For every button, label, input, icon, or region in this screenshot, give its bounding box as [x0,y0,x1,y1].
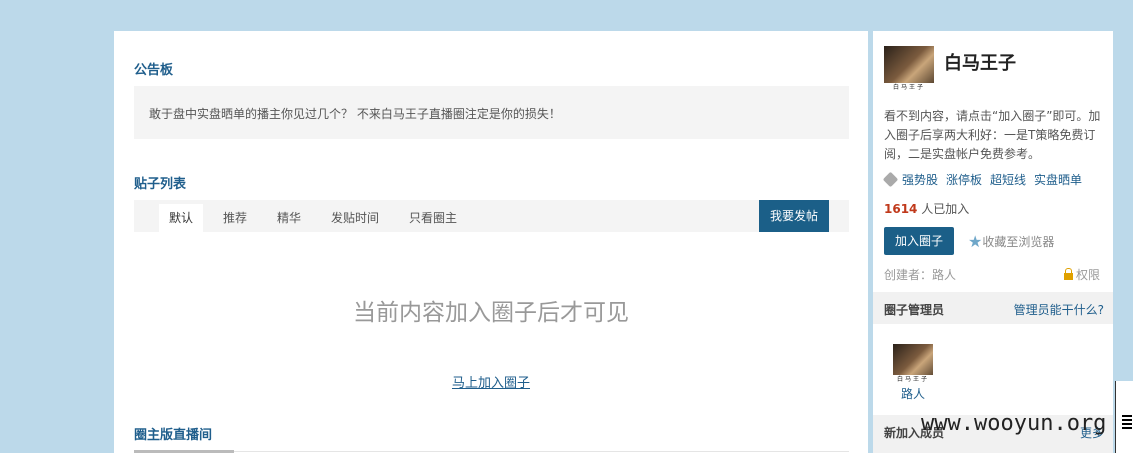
admin-name-link[interactable]: 路人 [893,385,933,402]
admin-section-header: 圈子管理员 管理员能干什么? [873,292,1113,324]
group-description: 看不到内容，请点击“加入圈子”即可。加入圈子后享两大利好：一是T策略免费订阅，二… [884,109,1101,161]
notice-board: 敢于盘中实盘晒单的播主你见过几个？ 不来白马王子直播圈注定是你的损失！ [134,86,849,139]
tag-item[interactable]: 实盘晒单 [1034,173,1082,187]
join-now-link[interactable]: 马上加入圈子 [114,372,868,391]
locked-content-message: 当前内容加入圈子后才可见 [353,300,629,326]
tag-icon [882,171,899,188]
member-count-suffix: 人已加入 [917,202,970,216]
permission-label: 权限 [1076,268,1101,282]
lock-icon [1064,268,1073,280]
tab-default[interactable]: 默认 [159,204,203,232]
join-group-button[interactable]: 加入圈子 [884,227,954,255]
notice-title: 公告板 [134,63,174,78]
avatar-caption: 白马王子 [884,83,934,92]
divider [234,451,849,452]
admin-title: 圈子管理员 [884,303,945,317]
favorite-label: 收藏至浏览器 [982,235,1055,249]
notice-text: 敢于盘中实盘晒单的播主你见过几个？ 不来白马王子直播圈注定是你的损失！ [149,107,561,121]
admin-help-link[interactable]: 管理员能干什么? [1014,301,1104,318]
tag-item[interactable]: 强势股 [902,173,938,187]
tab-owner-only[interactable]: 只看圈主 [399,204,467,232]
tab-recommended[interactable]: 推荐 [213,204,257,232]
star-icon: ★ [968,232,983,251]
tab-post-time[interactable]: 发贴时间 [321,204,389,232]
member-count: 1614 人已加入 [884,200,969,217]
tag-item[interactable]: 涨停板 [946,173,982,187]
group-avatar[interactable]: 白马王子 [884,46,934,92]
member-count-number: 1614 [884,202,918,216]
tag-list: 强势股 涨停板 超短线 实盘晒单 [882,171,1090,188]
avatar-caption: 白马王子 [893,375,933,384]
group-sidebar: 白马王子 白马王子 看不到内容，请点击“加入圈子”即可。加入圈子后享两大利好：一… [873,31,1113,453]
qr-code-icon [1115,381,1133,453]
creator-info: 创建者：路人 [884,268,957,282]
tab-featured[interactable]: 精华 [267,204,311,232]
favorite-link[interactable]: ★收藏至浏览器 [968,232,1054,251]
admin-avatar[interactable]: 白马王子 [893,344,933,384]
main-panel: 公告板 敢于盘中实盘晒单的播主你见过几个？ 不来白马王子直播圈注定是你的损失！ … [114,31,868,453]
post-tabs: 默认 推荐 精华 发贴时间 只看圈主 [134,200,849,232]
new-post-button[interactable]: 我要发帖 [759,200,829,232]
live-room-title: 圈主版直播间 [134,428,213,443]
post-list-title: 贴子列表 [134,177,187,192]
group-name: 白马王子 [944,53,1016,74]
tag-item[interactable]: 超短线 [990,173,1026,187]
permission-link[interactable]: 权限 [1064,266,1100,283]
watermark: www.wooyun.org [921,411,1107,436]
